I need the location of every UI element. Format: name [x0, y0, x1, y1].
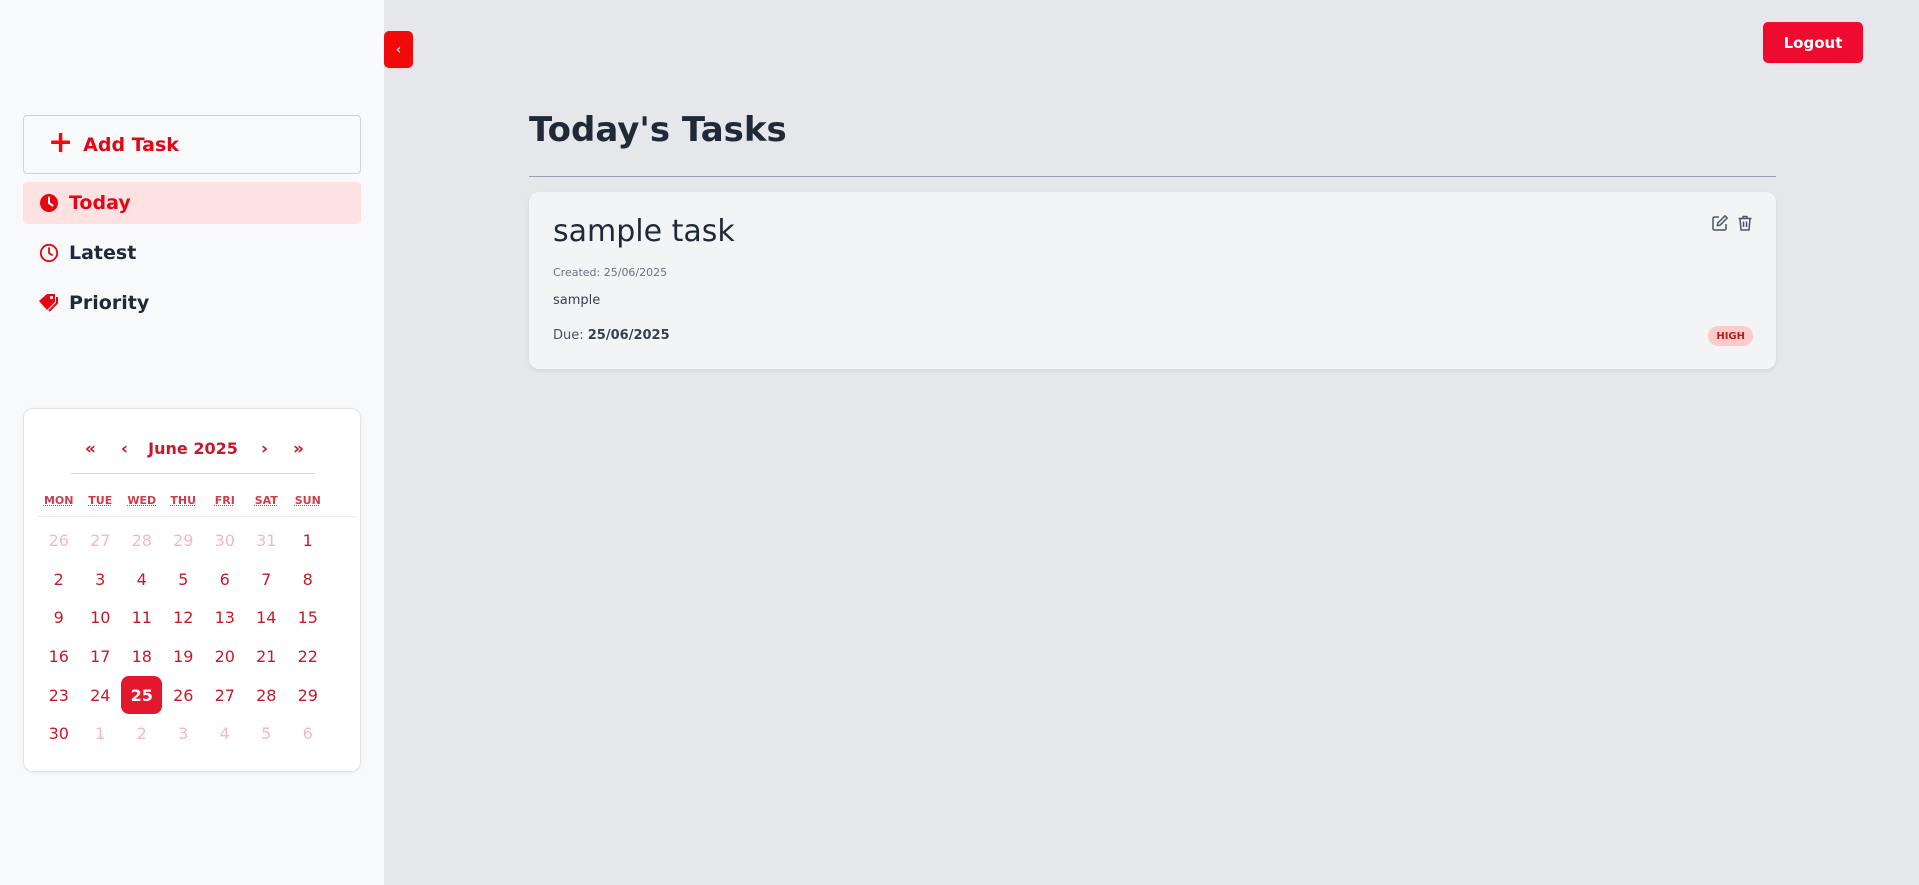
calendar-day[interactable]: 10: [80, 598, 122, 637]
calendar-days: 26 27 28 29 30 31 1 2 3 4 5 6 7 8 9 10 11 12 13 14 15 16 17 18 1…: [38, 521, 356, 753]
calendar-next-month-button[interactable]: ›: [261, 439, 268, 459]
calendar-day[interactable]: 2: [121, 714, 163, 753]
edit-icon[interactable]: [1711, 214, 1729, 232]
sidebar: + Add Task Today Latest Priority « ‹ Jun…: [0, 0, 384, 885]
page-title: Today's Tasks: [529, 110, 787, 150]
weekday-label: WED: [127, 494, 157, 507]
sidebar-item-today[interactable]: Today: [23, 182, 361, 224]
calendar-day[interactable]: 6: [204, 560, 246, 599]
calendar-day[interactable]: 4: [204, 714, 246, 753]
chevron-left-icon: ‹: [395, 41, 402, 58]
add-task-button[interactable]: + Add Task: [23, 115, 361, 174]
calendar-day[interactable]: 21: [246, 637, 288, 676]
sidebar-item-latest[interactable]: Latest: [23, 232, 361, 274]
calendar-day[interactable]: 23: [38, 676, 80, 715]
calendar-day[interactable]: 9: [38, 598, 80, 637]
sidebar-item-label: Latest: [69, 242, 137, 264]
calendar-day[interactable]: 1: [80, 714, 122, 753]
weekday-label: THU: [170, 494, 197, 507]
calendar-day[interactable]: 6: [287, 714, 329, 753]
weekday-label: SAT: [254, 494, 278, 507]
sidebar-item-priority[interactable]: Priority: [23, 282, 361, 324]
calendar-divider: [70, 473, 315, 474]
calendar-day[interactable]: 5: [246, 714, 288, 753]
calendar-day[interactable]: 7: [246, 560, 288, 599]
trash-icon[interactable]: [1736, 214, 1754, 232]
calendar-day[interactable]: 19: [163, 637, 205, 676]
task-created-date: Created: 25/06/2025: [553, 266, 668, 279]
sidebar-toggle-button[interactable]: ‹: [384, 31, 413, 68]
sidebar-item-label: Today: [69, 192, 131, 214]
calendar-day[interactable]: 20: [204, 637, 246, 676]
calendar-day[interactable]: 11: [121, 598, 163, 637]
calendar-day[interactable]: 8: [287, 560, 329, 599]
sidebar-item-label: Priority: [69, 292, 150, 314]
calendar-day[interactable]: 27: [80, 521, 122, 560]
calendar-month-title[interactable]: June 2025: [24, 439, 362, 458]
calendar-day[interactable]: 15: [287, 598, 329, 637]
calendar-day[interactable]: 2: [38, 560, 80, 599]
task-due: Due: 25/06/2025: [553, 328, 670, 343]
logout-button[interactable]: Logout: [1763, 22, 1863, 63]
task-card: sample task Created: 25/06/2025 sample D…: [529, 192, 1776, 369]
weekday-row: MON TUE WED THU FRI SAT SUN: [38, 489, 356, 517]
calendar-day[interactable]: 24: [80, 676, 122, 715]
calendar-day[interactable]: 18: [121, 637, 163, 676]
calendar-day[interactable]: 28: [121, 521, 163, 560]
task-due-date: 25/06/2025: [587, 328, 670, 343]
clock-filled-icon: [38, 192, 60, 214]
task-due-label: Due:: [553, 328, 588, 343]
calendar-day[interactable]: 16: [38, 637, 80, 676]
calendar: « ‹ June 2025 › » MON TUE WED THU FRI SA…: [23, 408, 361, 772]
title-divider: [529, 176, 1776, 177]
calendar-grid: MON TUE WED THU FRI SAT SUN 26 27 28 29 30 31…: [38, 489, 356, 753]
task-title: sample task: [553, 214, 735, 249]
calendar-day[interactable]: 30: [204, 521, 246, 560]
weekday-label: MON: [43, 494, 74, 507]
calendar-day[interactable]: 26: [38, 521, 80, 560]
priority-badge: HIGH: [1708, 326, 1753, 346]
weekday-label: SUN: [294, 494, 321, 507]
calendar-day[interactable]: 5: [163, 560, 205, 599]
calendar-day[interactable]: 27: [204, 676, 246, 715]
calendar-day[interactable]: 30: [38, 714, 80, 753]
add-task-label: Add Task: [83, 133, 179, 156]
task-description: sample: [553, 293, 601, 308]
clock-outline-icon: [38, 242, 60, 264]
calendar-day[interactable]: 17: [80, 637, 122, 676]
calendar-day[interactable]: 12: [163, 598, 205, 637]
tags-icon: [38, 292, 60, 314]
calendar-day[interactable]: 3: [163, 714, 205, 753]
calendar-day[interactable]: 28: [246, 676, 288, 715]
weekday-label: TUE: [88, 494, 113, 507]
calendar-day[interactable]: 14: [246, 598, 288, 637]
calendar-day[interactable]: 4: [121, 560, 163, 599]
calendar-day[interactable]: 1: [287, 521, 329, 560]
calendar-day[interactable]: 26: [163, 676, 205, 715]
calendar-day[interactable]: 31: [246, 521, 288, 560]
calendar-day[interactable]: 13: [204, 598, 246, 637]
calendar-day[interactable]: 22: [287, 637, 329, 676]
calendar-day[interactable]: 29: [163, 521, 205, 560]
calendar-day[interactable]: 3: [80, 560, 122, 599]
calendar-day-selected[interactable]: 25: [121, 676, 163, 715]
calendar-day[interactable]: 29: [287, 676, 329, 715]
calendar-next-year-button[interactable]: »: [293, 439, 304, 459]
plus-icon: +: [48, 125, 74, 160]
weekday-label: FRI: [214, 494, 235, 507]
